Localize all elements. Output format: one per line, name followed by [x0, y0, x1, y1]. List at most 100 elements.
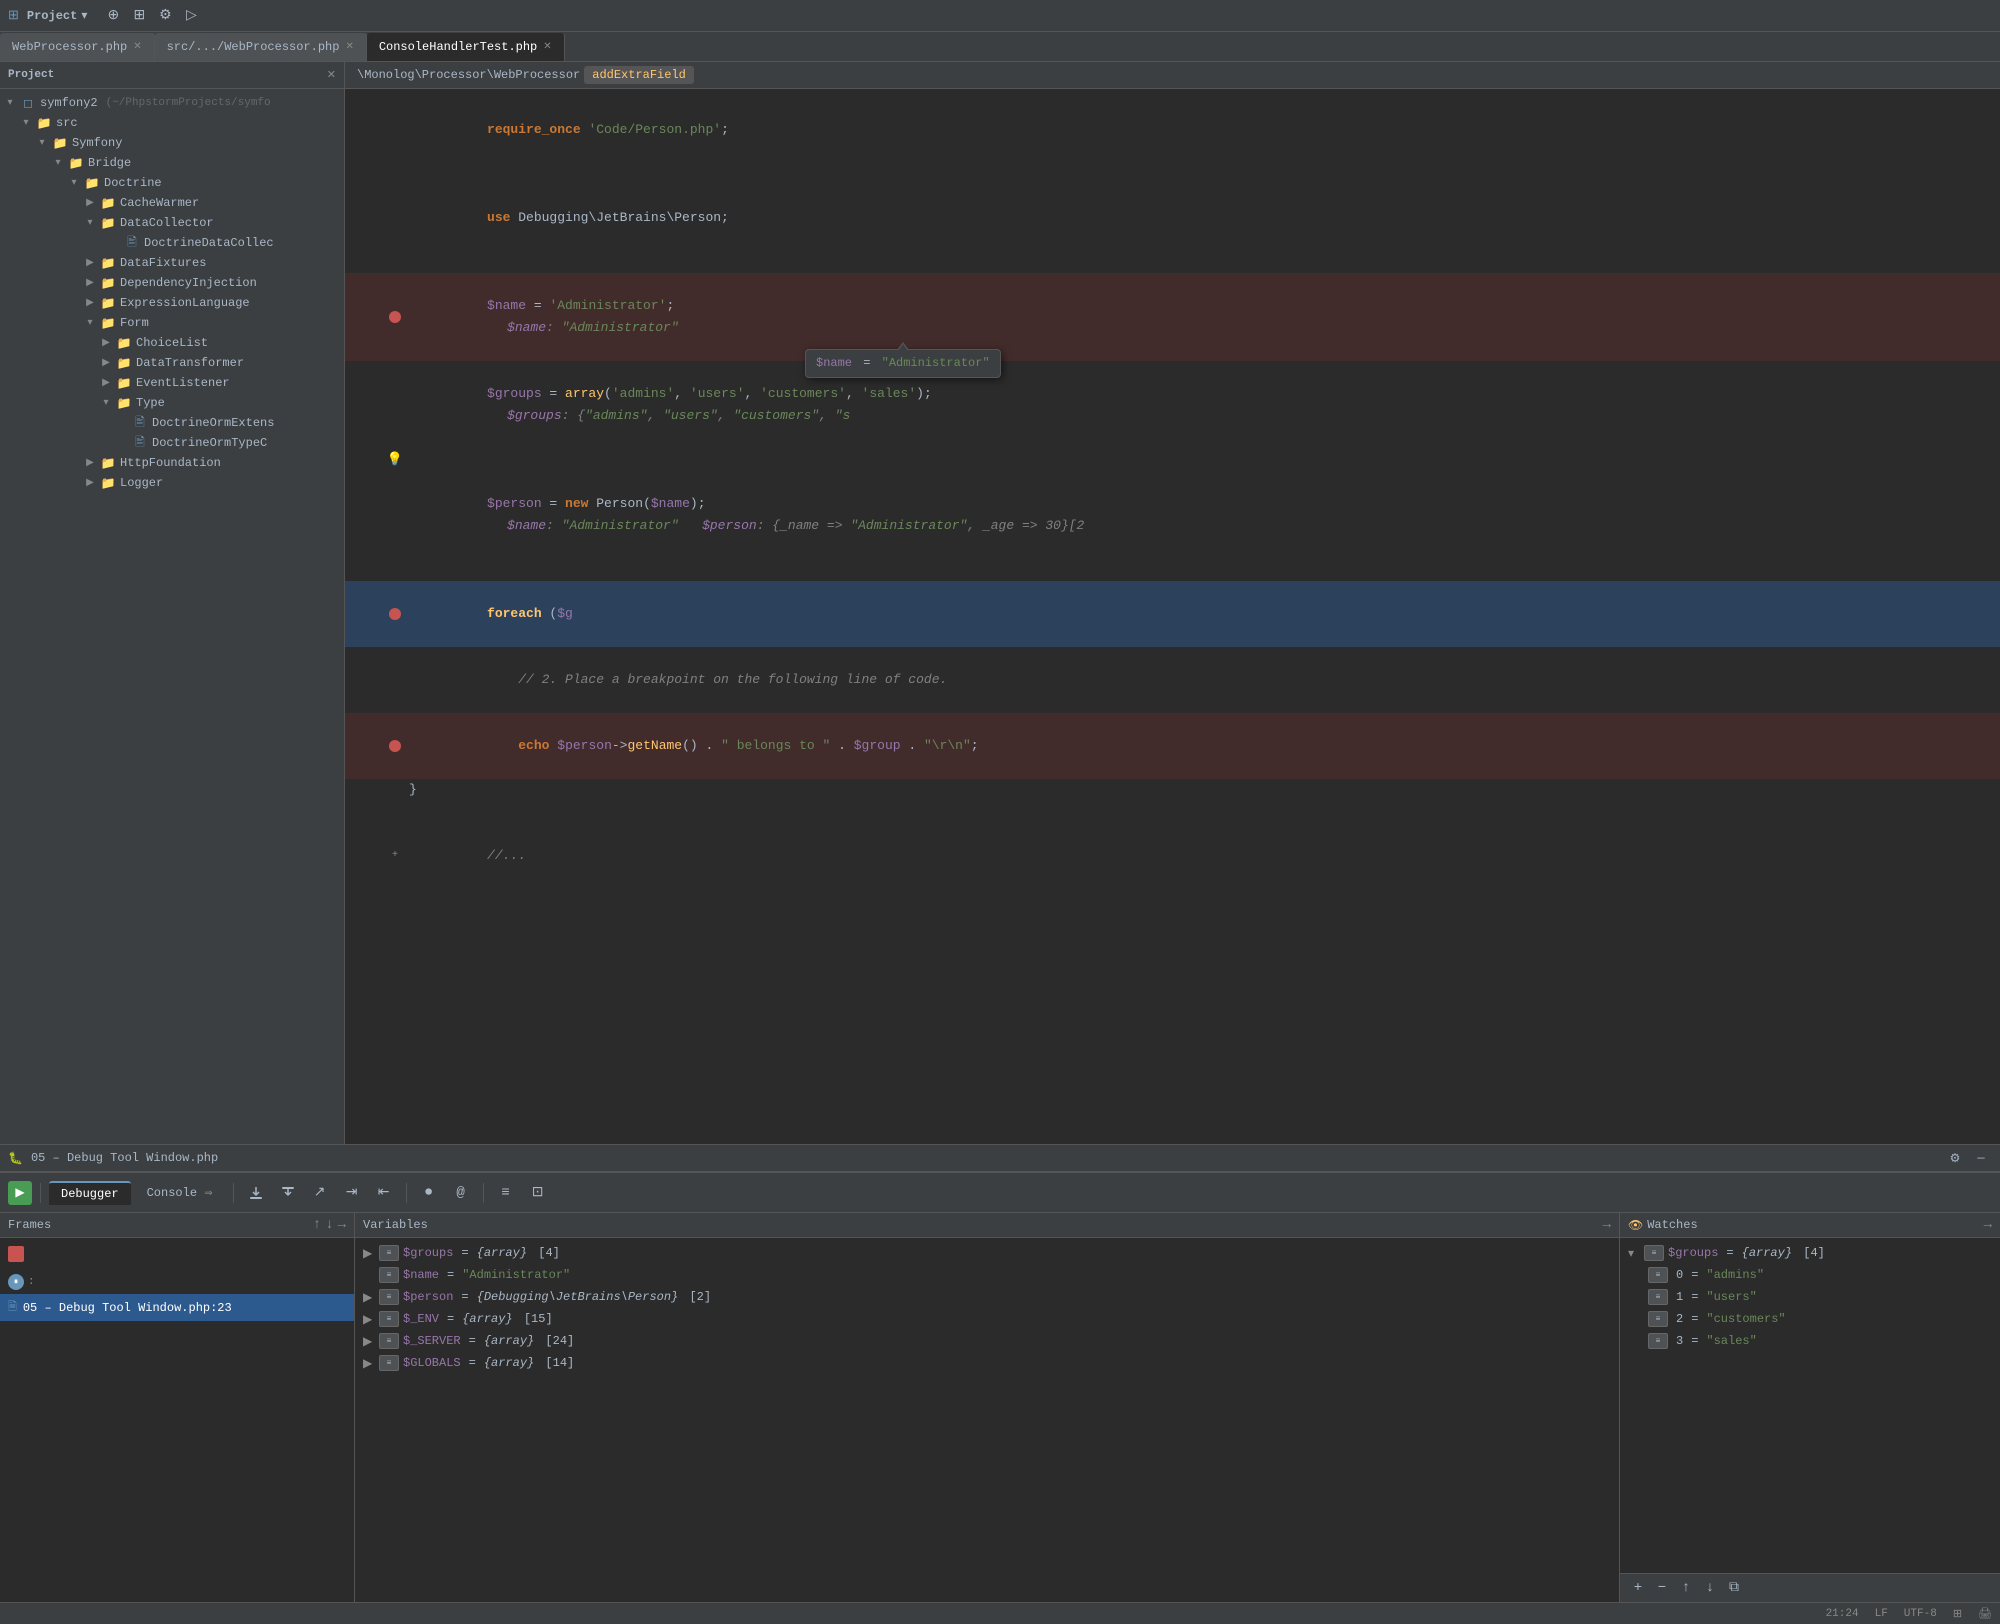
vars-expand-icon[interactable]: →: [1603, 1217, 1611, 1233]
mute-btn[interactable]: @: [447, 1179, 475, 1207]
step-out-btn[interactable]: ↗: [306, 1179, 334, 1207]
tree-label: Doctrine: [104, 176, 162, 190]
var-expand-icon[interactable]: ▶: [363, 1312, 375, 1327]
watch-down-button[interactable]: ↓: [1700, 1578, 1720, 1598]
watch-type-icon: ≡: [1648, 1289, 1668, 1305]
tree-item-doctrinedatacollec[interactable]: 🖹 DoctrineDataCollec: [0, 233, 344, 253]
line-gutter: [385, 251, 405, 273]
tree-arrow-icon: ▶: [100, 337, 112, 349]
evaluate-btn[interactable]: ⇤: [370, 1179, 398, 1207]
tab-close-icon[interactable]: ✕: [133, 41, 141, 53]
settings-icon[interactable]: ⚙: [155, 6, 175, 26]
watches-header: 👁 Watches →: [1620, 1213, 2000, 1238]
tooltip-value: "Administrator": [882, 356, 990, 370]
tab-webprocessor-src[interactable]: src/.../WebProcessor.php ✕: [155, 33, 367, 61]
watch-type-icon: ≡: [1644, 1245, 1664, 1261]
stop-button[interactable]: [8, 1246, 24, 1262]
tree-item-doctrineormextens[interactable]: 🖹 DoctrineOrmExtens: [0, 413, 344, 433]
step-into-btn[interactable]: [274, 1179, 302, 1207]
tree-item-datacollector[interactable]: ▾ 📁 DataCollector: [0, 213, 344, 233]
copy-watch-button[interactable]: ⧉: [1724, 1578, 1744, 1598]
debug-tab-debugger[interactable]: Debugger: [49, 1181, 131, 1205]
frames-scroll-up[interactable]: ↑: [313, 1217, 321, 1233]
step-over-btn[interactable]: [242, 1179, 270, 1207]
watch-child-item: ≡ 3 = "sales": [1620, 1330, 2000, 1352]
var-expand-icon[interactable]: ▶: [363, 1246, 375, 1261]
tree-item-expressionlanguage[interactable]: ▶ 📁 ExpressionLanguage: [0, 293, 344, 313]
code-editor[interactable]: require_once 'Code/Person.php'; use Debu…: [345, 89, 2000, 1144]
frames-header: Frames ↑ ↓ →: [0, 1213, 354, 1238]
code-content: foreach ($g: [405, 581, 2000, 647]
sidebar-collapse-icon[interactable]: ✕: [327, 68, 336, 82]
tree-item-choicelist[interactable]: ▶ 📁 ChoiceList: [0, 333, 344, 353]
editor-tabs: WebProcessor.php ✕ src/.../WebProcessor.…: [0, 32, 2000, 62]
tree-item-eventlistener[interactable]: ▶ 📁 EventListener: [0, 373, 344, 393]
watches-expand-icon[interactable]: →: [1984, 1217, 1992, 1233]
add-watch-button[interactable]: +: [1628, 1578, 1648, 1598]
var-type-icon: ≡: [379, 1333, 399, 1349]
tree-item-dependencyinjection[interactable]: ▶ 📁 DependencyInjection: [0, 273, 344, 293]
tab-consolehandlertest[interactable]: ConsoleHandlerTest.php ✕: [367, 33, 565, 61]
sidebar: Project ✕ ▾ ◻ symfony2 (~/PhpstormProjec…: [0, 62, 345, 1144]
tree-item-doctrine[interactable]: ▾ 📁 Doctrine: [0, 173, 344, 193]
tree-arrow-icon: ▾: [100, 397, 112, 409]
var-expand-icon[interactable]: ▶: [363, 1356, 375, 1371]
tree-item-doctrineormtypec[interactable]: 🖹 DoctrineOrmTypeC: [0, 433, 344, 453]
frames-list: ⏸ : 🗎 05 – Debug Tool Window.php:23: [0, 1238, 354, 1602]
tree-item-datafixtures[interactable]: ▶ 📁 DataFixtures: [0, 253, 344, 273]
tree-item-src[interactable]: ▾ 📁 src: [0, 113, 344, 133]
line-number: [345, 647, 385, 713]
debug-content: Frames ↑ ↓ → ⏸ : 🗎 05 –: [0, 1213, 2000, 1602]
remove-watch-button[interactable]: −: [1652, 1578, 1672, 1598]
debug-tab-console[interactable]: Console ⇒: [135, 1182, 225, 1204]
var-expand-icon[interactable]: ▶: [363, 1290, 375, 1305]
frames-scroll-down[interactable]: ↓: [325, 1217, 333, 1233]
code-content: use Debugging\JetBrains\Person;: [405, 185, 2000, 251]
frames-btn[interactable]: ≡: [492, 1179, 520, 1207]
var-expand-icon[interactable]: ▶: [363, 1334, 375, 1349]
line-number: [345, 559, 385, 581]
line-gutter: [385, 581, 405, 647]
tree-item-httpfoundation[interactable]: ▶ 📁 HttpFoundation: [0, 453, 344, 473]
var-name: $groups: [403, 1246, 453, 1260]
line-gutter: [385, 559, 405, 581]
tab-webprocessor[interactable]: WebProcessor.php ✕: [0, 33, 155, 61]
frames-expand-icon[interactable]: →: [338, 1217, 346, 1233]
tree-item-logger[interactable]: ▶ 📁 Logger: [0, 473, 344, 493]
line-number: [345, 801, 385, 823]
tree-label: Symfony: [72, 136, 122, 150]
tree-item-symfony2[interactable]: ▾ ◻ symfony2 (~/PhpstormProjects/symfo: [0, 93, 344, 113]
frames-pane: Frames ↑ ↓ → ⏸ : 🗎 05 –: [0, 1213, 355, 1602]
tab-close-icon[interactable]: ✕: [543, 41, 551, 53]
frame-item[interactable]: 🗎 05 – Debug Tool Window.php:23: [0, 1294, 354, 1321]
resume-button[interactable]: ▶: [8, 1181, 32, 1205]
watch-expand-icon[interactable]: ▾: [1628, 1246, 1640, 1261]
run-to-cursor-btn[interactable]: ⇥: [338, 1179, 366, 1207]
tree-item-cachewarmer[interactable]: ▶ 📁 CacheWarmer: [0, 193, 344, 213]
view-icon[interactable]: ⊕: [103, 6, 123, 26]
tree-item-bridge[interactable]: ▾ 📁 Bridge: [0, 153, 344, 173]
breakpoint-icon[interactable]: [389, 740, 401, 752]
tab-close-icon[interactable]: ✕: [345, 41, 353, 53]
watch-up-button[interactable]: ↑: [1676, 1578, 1696, 1598]
build-icon[interactable]: ▷: [181, 6, 201, 26]
project-dropdown-icon[interactable]: ▾: [81, 8, 87, 23]
tree-item-form[interactable]: ▾ 📁 Form: [0, 313, 344, 333]
split-icon[interactable]: ⊞: [129, 6, 149, 26]
var-type-icon: ≡: [379, 1355, 399, 1371]
minimize-icon[interactable]: —: [1970, 1147, 1992, 1169]
restore-layout-btn[interactable]: ⊡: [524, 1179, 552, 1207]
var-equals: =: [461, 1290, 468, 1304]
var-count: [14]: [538, 1356, 574, 1370]
breakpoints-btn[interactable]: ⏺: [415, 1179, 443, 1207]
tree-item-symfony[interactable]: ▾ 📁 Symfony: [0, 133, 344, 153]
watches-icon: 👁: [1628, 1218, 1643, 1233]
breakpoint-icon[interactable]: [389, 311, 401, 323]
tree-item-type[interactable]: ▾ 📁 Type: [0, 393, 344, 413]
watches-list: ▾ ≡ $groups = {array} [4] ≡ 0 = "admins"…: [1620, 1238, 2000, 1573]
line-gutter: +: [385, 823, 405, 889]
gear-icon[interactable]: ⚙: [1944, 1147, 1966, 1169]
breakpoint-icon[interactable]: [389, 608, 401, 620]
variables-header: Variables →: [355, 1213, 1619, 1238]
tree-item-datatransformer[interactable]: ▶ 📁 DataTransformer: [0, 353, 344, 373]
